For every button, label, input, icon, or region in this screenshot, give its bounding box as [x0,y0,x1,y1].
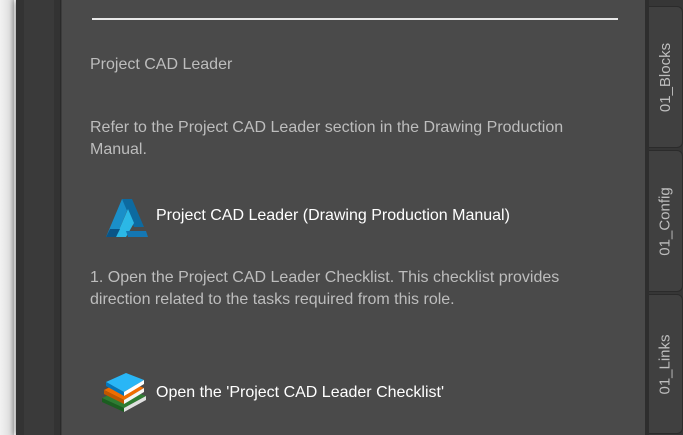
open-checklist-link[interactable]: Open the 'Project CAD Leader Checklist' [98,370,444,416]
palette-grip[interactable] [24,0,54,435]
link2-label: Open the 'Project CAD Leader Checklist' [156,384,445,401]
intro-text: Refer to the Project CAD Leader section … [90,119,564,158]
books-icon [98,370,152,416]
palette-left-strip[interactable] [16,0,61,435]
tab-label: 01_Links [657,333,675,395]
palette-tabs: 01_Blocks 01_Config 01_Links [649,0,683,435]
tab-01-config[interactable]: 01_Config [649,150,683,292]
tab-01-blocks[interactable]: 01_Blocks [649,6,683,148]
palette-content: Project CAD Leader Refer to the Project … [62,0,648,435]
autocad-logo-icon [98,193,152,239]
drawing-production-manual-link[interactable]: Project CAD Leader (Drawing Production M… [98,193,510,239]
tab-label: 01_Config [657,186,675,256]
tab-label: 01_Blocks [657,42,674,112]
top-divider [92,18,618,20]
link1-label: Project CAD Leader (Drawing Production M… [156,207,510,224]
section-heading: Project CAD Leader [90,56,233,73]
step1-text: 1. Open the Project CAD Leader Checklist… [90,269,560,308]
tab-01-links[interactable]: 01_Links [649,294,683,434]
